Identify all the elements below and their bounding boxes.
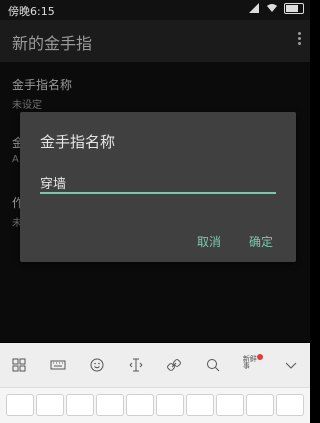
keyboard-icon[interactable] [49,356,67,374]
battery-icon [284,2,304,14]
status-bar: 傍晚6:15 [0,0,310,20]
app-bar: 新的金手指 [0,20,310,62]
key[interactable] [246,394,274,416]
notification-dot [256,354,263,360]
wifi-icon [266,2,278,14]
grid-icon[interactable] [10,356,28,374]
key[interactable] [276,394,304,416]
list-item-value: 未设定 [12,100,42,111]
cheat-name-dialog: 金手指名称 取消 确定 [20,112,296,262]
search-icon[interactable] [204,356,222,374]
cheat-name-field [40,170,276,194]
overflow-menu-icon[interactable] [296,30,302,50]
key[interactable] [126,394,154,416]
cursor-icon[interactable] [127,356,145,374]
confirm-button[interactable]: 确定 [249,233,273,250]
list-item-label: 金手指名称 [12,78,73,92]
emoji-icon[interactable] [88,356,106,374]
key[interactable] [96,394,124,416]
status-time: 傍晚6:15 [8,5,55,18]
cheat-name-input[interactable] [40,170,276,194]
key[interactable] [36,394,64,416]
key[interactable] [186,394,214,416]
key[interactable] [156,394,184,416]
page-title: 新的金手指 [12,34,93,53]
list-item[interactable]: 金手指名称 未设定 [12,76,72,111]
dialog-title: 金手指名称 [40,133,116,151]
new-feature-icon[interactable]: 新鲜事 [243,354,263,374]
cancel-button[interactable]: 取消 [197,233,221,250]
collapse-chevron-icon[interactable] [282,356,300,374]
key[interactable] [66,394,94,416]
link-icon[interactable] [165,356,183,374]
keyboard-toolbar: 新鲜事 [0,343,310,387]
keyboard-keys [0,387,310,423]
input-underline [40,192,276,194]
key[interactable] [216,394,244,416]
status-icons [248,2,304,14]
key[interactable] [6,394,34,416]
keyboard: 新鲜事 [0,343,310,423]
signal-icon [248,2,260,14]
